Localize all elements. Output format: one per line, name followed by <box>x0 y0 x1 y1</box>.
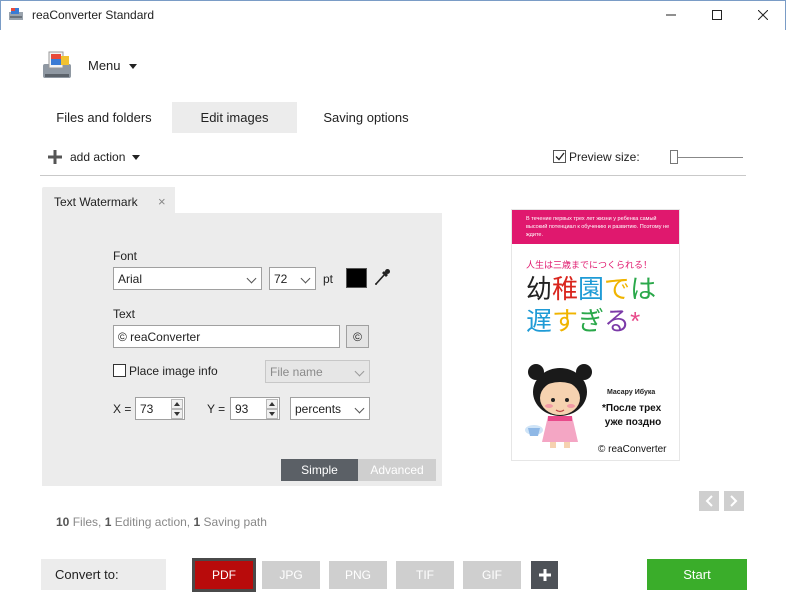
simple-mode-button[interactable]: Simple <box>281 459 358 481</box>
position-units-select[interactable]: percents <box>290 397 370 420</box>
y-position-stepper[interactable]: 93 <box>230 397 280 420</box>
y-position-label: Y = <box>207 402 226 416</box>
action-settings-panel <box>42 213 442 486</box>
x-position-stepper[interactable]: 73 <box>135 397 185 420</box>
tab-edit-images[interactable]: Edit images <box>172 102 297 133</box>
tab-files-and-folders[interactable]: Files and folders <box>42 102 166 133</box>
preview-image: В течение первых трех лет жизни у ребенк… <box>511 209 680 461</box>
cartoon-girl-illustration <box>525 364 592 448</box>
book-author: Масару Ибука <box>607 389 656 396</box>
book-title-line-1: 幼稚園では <box>526 274 656 304</box>
book-title-char: 幼 <box>526 274 553 304</box>
convert-to-label: Convert to: <box>41 559 166 590</box>
y-decrement-icon[interactable] <box>266 409 278 419</box>
book-russian-title: *После трех уже поздно <box>602 403 662 428</box>
watermark-overlay-text: © reaConverter <box>598 444 667 455</box>
text-label: Text <box>113 307 136 321</box>
status-summary: 10 Files, 1 Editing action, 1 Saving pat… <box>56 515 267 529</box>
format-jpg-button[interactable]: JPG <box>262 561 320 589</box>
x-increment-icon[interactable] <box>171 399 183 409</box>
window-title: reaConverter Standard <box>32 8 155 22</box>
maximize-icon <box>712 10 722 20</box>
divider <box>40 175 746 176</box>
font-family-select[interactable]: Arial <box>113 267 262 290</box>
action-close-icon[interactable]: × <box>158 194 166 209</box>
font-family-value: Arial <box>118 271 143 286</box>
chevron-down-icon <box>354 403 365 414</box>
book-banner-text: В течение первых трех лет жизни у ребенк… <box>512 210 679 244</box>
book-title-line-2: 遅すぎる* <box>526 306 640 336</box>
x-position-label: X = <box>113 402 132 416</box>
preview-size-checkbox[interactable] <box>553 150 566 163</box>
insert-copyright-button[interactable]: © <box>346 325 369 348</box>
text-color-swatch[interactable] <box>346 268 367 288</box>
close-button[interactable] <box>740 0 786 30</box>
files-count: 10 <box>56 515 70 529</box>
add-action-button[interactable]: add action <box>70 150 125 164</box>
preview-size-label: Preview size: <box>569 150 640 164</box>
format-png-button[interactable]: PNG <box>329 561 387 589</box>
font-label: Font <box>113 249 138 263</box>
checkmark-icon <box>555 152 565 161</box>
chevron-down-icon <box>300 273 311 284</box>
format-pdf-button[interactable]: PDF <box>192 558 256 592</box>
place-image-info-label: Place image info <box>129 364 218 378</box>
close-icon <box>758 10 768 20</box>
watermark-text-input[interactable]: © reaConverter <box>113 325 340 348</box>
image-info-value: File name <box>270 364 323 379</box>
book-title-char: は <box>630 274 657 304</box>
actions-label: Editing action, <box>114 515 191 529</box>
minimize-icon <box>666 14 676 16</box>
font-size-unit-label: pt <box>323 272 334 286</box>
chevron-left-icon <box>705 495 713 507</box>
start-button[interactable]: Start <box>647 559 747 590</box>
x-decrement-icon[interactable] <box>171 409 183 419</box>
book-title-char: * <box>630 306 641 336</box>
book-title-char: 園 <box>578 274 605 304</box>
paths-label: Saving path <box>203 515 267 529</box>
preview-size-slider[interactable] <box>670 157 743 158</box>
x-position-value: 73 <box>140 402 154 416</box>
next-preview-button[interactable] <box>724 491 744 511</box>
add-format-button[interactable] <box>531 561 558 589</box>
plus-icon <box>538 569 551 581</box>
preview-size-slider-thumb[interactable] <box>670 150 678 164</box>
advanced-mode-button[interactable]: Advanced <box>358 459 436 481</box>
book-title-char: る <box>604 306 631 336</box>
y-increment-icon[interactable] <box>266 399 278 409</box>
book-title-char: ぎ <box>578 306 605 336</box>
menu-caret-icon[interactable] <box>129 64 137 69</box>
image-info-select[interactable]: File name <box>265 360 370 383</box>
maximize-button[interactable] <box>694 0 740 30</box>
format-gif-button[interactable]: GIF <box>463 561 521 589</box>
menu-button[interactable]: Menu <box>88 58 121 73</box>
eyedropper-icon[interactable] <box>373 267 391 287</box>
book-title-char: で <box>604 274 631 304</box>
files-label: Files, <box>72 515 102 529</box>
position-units-value: percents <box>295 401 342 416</box>
tab-saving-options[interactable]: Saving options <box>303 102 429 133</box>
previous-preview-button[interactable] <box>699 491 719 511</box>
chevron-down-icon <box>354 366 365 377</box>
converter-logo-icon[interactable] <box>40 48 74 82</box>
book-title-char: 遅 <box>526 306 553 336</box>
font-size-value: 72 <box>274 271 288 286</box>
add-action-caret-icon[interactable] <box>132 155 140 160</box>
minimize-button[interactable] <box>648 0 694 30</box>
book-title-char: す <box>552 306 579 336</box>
actions-count: 1 <box>104 515 112 529</box>
action-tab-title: Text Watermark <box>54 195 138 209</box>
book-title-char: 稚 <box>552 274 579 304</box>
chevron-right-icon <box>730 495 738 507</box>
paths-count: 1 <box>193 515 201 529</box>
y-position-value: 93 <box>235 402 249 416</box>
format-tif-button[interactable]: TIF <box>396 561 454 589</box>
chevron-down-icon <box>246 273 257 284</box>
add-action-plus-icon[interactable] <box>48 150 62 164</box>
font-size-select[interactable]: 72 <box>269 267 316 290</box>
app-icon <box>9 8 23 20</box>
book-subtitle: 人生は三歳までにつくられる！ <box>526 260 653 270</box>
place-image-info-checkbox[interactable] <box>113 364 126 377</box>
